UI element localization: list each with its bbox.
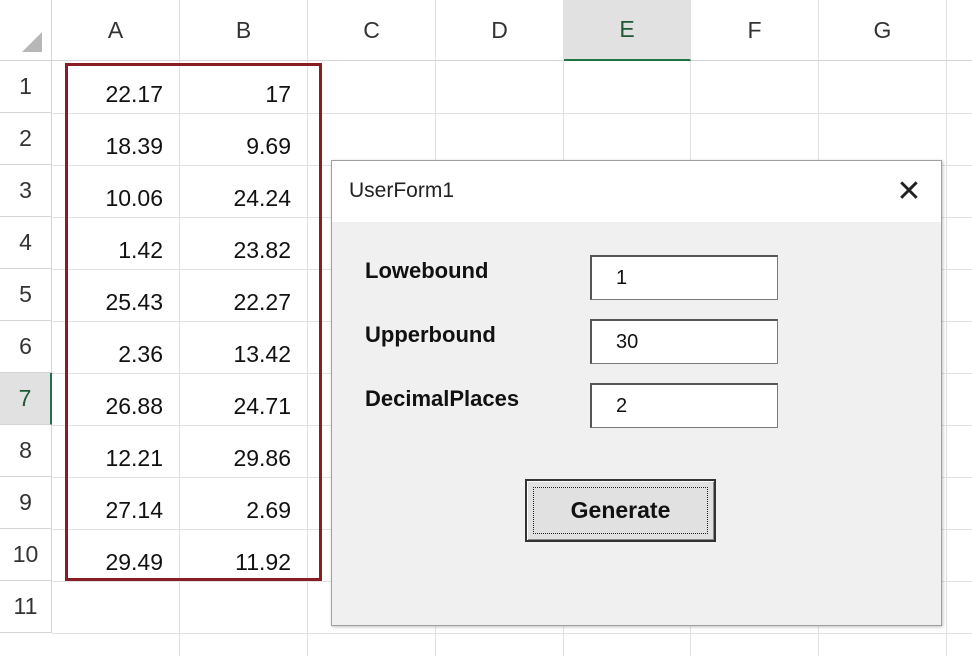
row-header-7[interactable]: 7 bbox=[0, 373, 52, 425]
row-header-5[interactable]: 5 bbox=[0, 269, 52, 321]
row-header-9[interactable]: 9 bbox=[0, 477, 52, 529]
userform-title: UserForm1 bbox=[349, 179, 455, 202]
row-header-1[interactable]: 1 bbox=[0, 61, 52, 113]
column-header-c[interactable]: C bbox=[308, 0, 436, 61]
row-header-11[interactable]: 11 bbox=[0, 581, 52, 633]
row-header-2[interactable]: 2 bbox=[0, 113, 52, 165]
row-header-8[interactable]: 8 bbox=[0, 425, 52, 477]
column-header-h[interactable] bbox=[947, 0, 972, 61]
lowerbound-input[interactable]: 1 bbox=[590, 255, 778, 300]
generate-button[interactable]: Generate bbox=[525, 479, 716, 542]
userform-titlebar[interactable]: UserForm1 ✕ bbox=[332, 161, 941, 222]
decimalplaces-label: DecimalPlaces bbox=[365, 386, 520, 411]
row-header-6[interactable]: 6 bbox=[0, 321, 52, 373]
lowerbound-label: Lowebound bbox=[365, 258, 489, 283]
gridline bbox=[946, 61, 947, 656]
upperbound-input[interactable]: 30 bbox=[590, 319, 778, 364]
select-all-icon bbox=[22, 32, 42, 52]
column-header-f[interactable]: F bbox=[691, 0, 819, 61]
column-header-e[interactable]: E bbox=[564, 0, 691, 61]
row-header-10[interactable]: 10 bbox=[0, 529, 52, 581]
row-header-3[interactable]: 3 bbox=[0, 165, 52, 217]
generate-button-label: Generate bbox=[533, 487, 708, 534]
column-header-g[interactable]: G bbox=[819, 0, 947, 61]
upperbound-label: Upperbound bbox=[365, 322, 496, 347]
userform-dialog: UserForm1 ✕ Lowebound 1 Upperbound 30 De… bbox=[331, 160, 942, 626]
row-header-4[interactable]: 4 bbox=[0, 217, 52, 269]
close-icon[interactable]: ✕ bbox=[885, 169, 933, 213]
decimalplaces-input[interactable]: 2 bbox=[590, 383, 778, 428]
column-header-d[interactable]: D bbox=[436, 0, 564, 61]
gridline bbox=[52, 633, 972, 634]
column-header-a[interactable]: A bbox=[52, 0, 180, 61]
range-highlight-box bbox=[65, 63, 322, 581]
column-header-b[interactable]: B bbox=[180, 0, 308, 61]
